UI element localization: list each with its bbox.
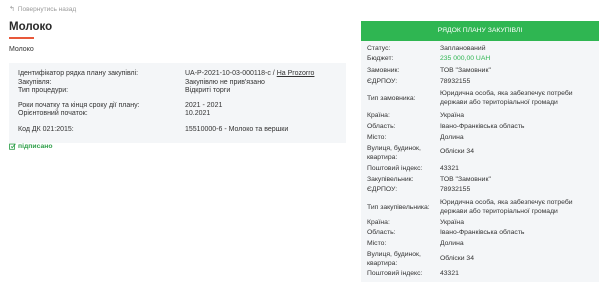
panel-value-buyer: ТОВ "Замовник": [440, 176, 491, 183]
panel-label-buyer-postcode: Поштовий індекс:: [367, 270, 423, 277]
panel-value-buyer-postcode: 43321: [440, 270, 459, 277]
panel-value-status: Запланований: [440, 45, 486, 52]
panel-value-buyer-edrpou: 78932155: [440, 186, 471, 193]
signed-status[interactable]: підписано: [9, 143, 53, 150]
info-label-id: Ідентифікатор рядка плану закупівлі:: [18, 70, 139, 77]
signed-label: підписано: [18, 143, 53, 150]
panel-label-customer: Замовник:: [367, 67, 400, 74]
info-value-dk-code: 15510000-6 - Молоко та вершки: [185, 126, 289, 133]
panel-value-customer-edrpou: 78932155: [440, 78, 471, 85]
panel-label-buyer-region: Область:: [367, 229, 396, 236]
panel-value-street: Обліски 34: [440, 148, 474, 155]
panel-label-customer-type: Тип замовника:: [367, 95, 416, 102]
panel-label-buyer-city: Місто:: [367, 240, 387, 247]
info-value-years: 2021 - 2021: [185, 102, 223, 109]
panel-value-buyer-street: Обліски 34: [440, 255, 474, 262]
panel-label-region: Область:: [367, 123, 396, 130]
plan-info-box: Ідентифікатор рядка плану закупівлі: UA-…: [9, 63, 346, 143]
back-link-label: Повернутись назад: [17, 5, 77, 13]
prozorro-link[interactable]: На Prozorro: [277, 70, 315, 77]
panel-value-region: Івано-Франківська область: [440, 123, 525, 130]
panel-label-status: Статус:: [367, 45, 391, 52]
plan-id-value: UA-P-2021-10-03-000118-c /: [185, 70, 275, 77]
info-value-id: UA-P-2021-10-03-000118-c / На Prozorro: [185, 70, 314, 77]
panel-value-country: Україна: [440, 112, 464, 119]
info-label-dk-code: Код ДК 021:2015:: [18, 126, 74, 133]
panel-value-customer: ТОВ "Замовник": [440, 67, 491, 74]
info-value-start: 10.2021: [185, 110, 211, 117]
panel-label-postcode: Поштовий індекс:: [367, 165, 423, 172]
panel-value-city: Долина: [440, 134, 464, 141]
info-value-procurement: Закупівлю не прив'язано: [185, 79, 265, 86]
title-underline: [9, 37, 34, 39]
panel-label-buyer-country: Країна:: [367, 219, 390, 226]
panel-value-budget: 235 000,00 UAH: [440, 55, 491, 62]
panel-label-city: Місто:: [367, 134, 387, 141]
panel-label-customer-edrpou: ЄДРПОУ:: [367, 78, 398, 85]
panel-label-street: Вулиця, будинок, квартира:: [367, 145, 421, 161]
panel-label-buyer: Закупівельник:: [367, 176, 414, 183]
panel-header: РЯДОК ПЛАНУ ЗАКУПІВЛІ: [361, 21, 599, 41]
back-link[interactable]: ↰ Повернутись назад: [9, 5, 77, 14]
panel-label-buyer-street: Вулиця, будинок, квартира:: [367, 251, 421, 267]
info-label-procedure: Тип процедури:: [18, 87, 69, 94]
plan-summary-panel: РЯДОК ПЛАНУ ЗАКУПІВЛІ Статус: Запланован…: [361, 21, 599, 282]
panel-value-buyer-city: Долина: [440, 240, 464, 247]
panel-label-buyer-edrpou: ЄДРПОУ:: [367, 186, 398, 193]
info-label-years: Роки початку та кінця сроку дії плану:: [18, 102, 140, 109]
panel-label-buyer-type: Тип закупівельника:: [367, 204, 430, 211]
panel-value-buyer-region: Івано-Франківська область: [440, 229, 525, 236]
panel-value-buyer-type: Юридична особа, яка забезпечує потреби д…: [440, 199, 573, 215]
info-value-procedure: Відкриті торги: [185, 87, 231, 94]
panel-label-budget: Бюджет:: [367, 55, 394, 62]
edit-check-icon: [9, 143, 16, 150]
info-label-procurement: Закупівля:: [18, 79, 52, 86]
panel-value-postcode: 43321: [440, 165, 459, 172]
back-arrow-icon: ↰: [9, 6, 15, 13]
page-subtitle: Молоко: [9, 46, 34, 53]
page-title: Молоко: [9, 21, 53, 33]
panel-value-buyer-country: Україна: [440, 219, 464, 226]
panel-value-customer-type: Юридична особа, яка забезпечує потреби д…: [440, 90, 573, 106]
info-label-start: Орієнтовний початок:: [18, 110, 88, 117]
panel-label-country: Країна:: [367, 112, 390, 119]
